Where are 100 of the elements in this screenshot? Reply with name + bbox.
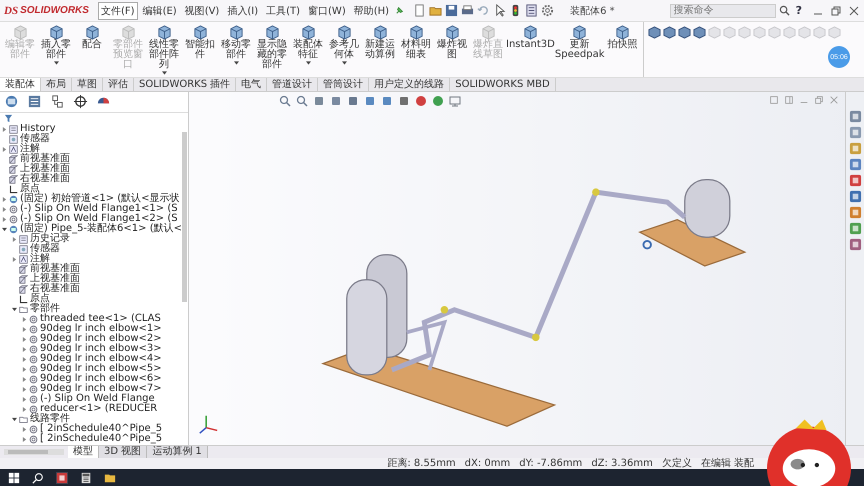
- configuration-icon[interactable]: [50, 94, 65, 109]
- menu-item[interactable]: 工具(T): [263, 2, 304, 20]
- feature-manager-icon[interactable]: [4, 94, 19, 109]
- expand-arrow-icon[interactable]: [2, 226, 7, 232]
- tree-item[interactable]: 右视基准面: [20, 174, 70, 184]
- help-button[interactable]: ?: [792, 4, 806, 17]
- cube-icon[interactable]: [648, 26, 660, 39]
- menu-item[interactable]: 视图(V): [182, 2, 222, 20]
- filter-icon[interactable]: [4, 114, 13, 123]
- caret-icon[interactable]: [234, 61, 238, 65]
- tree-item[interactable]: (固定) Pipe_5-装配体6<1> (默认<: [20, 224, 182, 234]
- file-properties-icon[interactable]: [525, 4, 538, 17]
- expand-arrow-icon[interactable]: [12, 416, 17, 422]
- app-icon[interactable]: [56, 472, 68, 484]
- zoom-area-icon[interactable]: [296, 95, 308, 107]
- tree-item[interactable]: 传感器: [30, 244, 60, 254]
- caret-icon[interactable]: [162, 71, 166, 75]
- ribbon-button[interactable]: 拍快照: [604, 24, 640, 51]
- logo-mark: DS: [4, 4, 18, 16]
- menu-item[interactable]: 窗口(W): [305, 2, 349, 20]
- tree-item[interactable]: 注解: [20, 144, 40, 154]
- cube-icon[interactable]: [692, 26, 706, 39]
- cube-icon[interactable]: [662, 26, 676, 39]
- status-text: 距离: 8.55mm: [387, 458, 456, 468]
- tree-item[interactable]: reducer<1> (REDUCER: [40, 404, 158, 414]
- tree-item[interactable]: (-) Slip On Weld Flange1<1> (S: [20, 204, 178, 214]
- cube-icon: [336, 25, 352, 40]
- menu-item[interactable]: 插入(I): [224, 2, 262, 20]
- ribbon-button[interactable]: 装配体特征: [290, 24, 326, 66]
- new-file-icon[interactable]: [413, 4, 426, 17]
- windows-start-icon[interactable]: [8, 472, 20, 484]
- ribbon-button[interactable]: 爆炸视图: [434, 24, 470, 61]
- restore-icon[interactable]: [830, 4, 842, 16]
- zoom-fit-icon[interactable]: [279, 95, 291, 107]
- ribbon-button[interactable]: 更新Speedpak: [554, 24, 604, 61]
- search-field[interactable]: 搜索命令: [670, 4, 776, 18]
- crosshair-icon[interactable]: [73, 94, 88, 109]
- tree-item[interactable]: 右视基准面: [30, 284, 80, 294]
- command-tab[interactable]: 装配体: [0, 78, 41, 91]
- search-icon[interactable]: [32, 472, 44, 484]
- tree-item[interactable]: [ 2inSchedule40^Pipe_5: [40, 424, 162, 434]
- tree-item[interactable]: 90deg lr inch elbow<4>: [40, 354, 162, 364]
- ribbon-button[interactable]: 新建运动算例: [362, 24, 398, 61]
- gear-icon[interactable]: [541, 4, 554, 17]
- tree-item[interactable]: 90deg lr inch elbow<3>: [40, 344, 162, 354]
- menu-item[interactable]: 帮助(H): [350, 2, 392, 20]
- tree-item[interactable]: 90deg lr inch elbow<1>: [40, 324, 162, 334]
- calculator-icon[interactable]: [80, 472, 92, 484]
- tree-item[interactable]: 前视基准面: [30, 264, 80, 274]
- save-icon[interactable]: [445, 4, 458, 17]
- tree-item[interactable]: 注解: [30, 254, 50, 264]
- expand-arrow-icon[interactable]: [12, 306, 17, 312]
- ribbon-button[interactable]: Instant3D: [506, 24, 555, 51]
- ribbon-button[interactable]: 线性零部件阵列: [146, 24, 182, 76]
- tree-item[interactable]: 历史记录: [30, 234, 70, 244]
- tile-icon[interactable]: [784, 95, 794, 105]
- tree-item[interactable]: 90deg lr inch elbow<6>: [40, 374, 162, 384]
- ribbon-button[interactable]: 材料明细表: [398, 24, 434, 61]
- search-icon[interactable]: [778, 5, 790, 16]
- cube-icon: [228, 25, 244, 40]
- caret-icon[interactable]: [54, 61, 58, 65]
- ribbon-button[interactable]: 智能扣件: [182, 24, 218, 61]
- view-tab[interactable]: 运动算例 1: [147, 446, 208, 458]
- ribbon-button[interactable]: 参考几何体: [326, 24, 362, 66]
- property-manager-icon[interactable]: [27, 94, 42, 109]
- tree-item[interactable]: 零部件: [30, 304, 60, 314]
- ribbon-button[interactable]: 配合: [74, 24, 110, 51]
- cube-icon: [372, 25, 388, 40]
- tree-item[interactable]: (-) Slip On Weld Flange1<2> (S: [20, 214, 178, 224]
- tree-item[interactable]: 上视基准面: [20, 164, 70, 174]
- caret-icon[interactable]: [342, 61, 346, 65]
- ribbon-button[interactable]: 移动零部件: [218, 24, 254, 66]
- menu-item[interactable]: 编辑(E): [140, 2, 180, 20]
- horizontal-scrollbar[interactable]: [4, 449, 64, 455]
- tree-item[interactable]: (固定) 初始管道<1> (默认<显示状: [20, 194, 180, 204]
- cube-icon[interactable]: [678, 26, 690, 39]
- tree-item[interactable]: [ 2inSchedule40^Pipe_5: [40, 434, 162, 444]
- tree-item[interactable]: 上视基准面: [30, 274, 80, 284]
- menu-item[interactable]: 文件(F): [98, 2, 138, 20]
- tree-item[interactable]: 前视基准面: [20, 154, 70, 164]
- scrollbar[interactable]: [182, 132, 187, 302]
- tree-item[interactable]: 90deg lr inch elbow<5>: [40, 364, 162, 374]
- caret-icon[interactable]: [306, 61, 310, 65]
- pin-icon[interactable]: [394, 5, 406, 16]
- tree-item[interactable]: 90deg lr inch elbow<7>: [40, 384, 162, 394]
- tree-item[interactable]: threaded tee<1> (CLAS: [40, 314, 161, 324]
- tree-item[interactable]: (-) Slip On Weld Flange: [40, 394, 155, 404]
- view-tab[interactable]: 模型: [68, 446, 99, 458]
- tree-item[interactable]: 原点: [30, 294, 50, 304]
- monitor-icon[interactable]: [449, 95, 461, 107]
- ribbon-button[interactable]: 显示隐藏的零部件: [254, 24, 290, 71]
- ribbon-button[interactable]: 插入零部件: [38, 24, 74, 66]
- tree-item[interactable]: 传感器: [20, 134, 50, 144]
- tree-item[interactable]: 线路零件: [30, 414, 70, 424]
- tree-item[interactable]: 原点: [20, 184, 40, 194]
- close-icon[interactable]: [848, 4, 860, 16]
- print-icon[interactable]: [461, 4, 474, 17]
- tree-item[interactable]: 90deg lr inch elbow<2>: [40, 334, 162, 344]
- view-tab[interactable]: 3D 视图: [99, 446, 148, 458]
- tile-icon[interactable]: [769, 95, 779, 105]
